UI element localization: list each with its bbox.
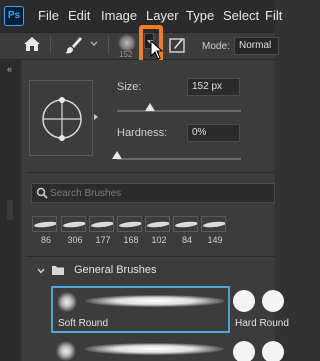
stroke-preview bbox=[84, 343, 224, 355]
menu-file[interactable]: File bbox=[38, 8, 59, 23]
recent-brush-size: 86 bbox=[40, 235, 51, 245]
recent-brushes: 86 306 177 168 102 84 149 bbox=[31, 215, 275, 247]
menu-image[interactable]: Image bbox=[101, 8, 137, 23]
brush-soft-round-next[interactable] bbox=[51, 336, 230, 361]
recent-brush-size: 306 bbox=[67, 235, 83, 245]
recent-brush[interactable]: 84 bbox=[172, 215, 198, 247]
recent-brush[interactable]: 177 bbox=[88, 215, 114, 247]
search-input[interactable] bbox=[50, 184, 270, 202]
photoshop-logo: Ps bbox=[4, 6, 24, 26]
panel-divider bbox=[26, 172, 275, 173]
stroke-preview bbox=[85, 295, 225, 307]
brush-hard-round-next[interactable] bbox=[232, 336, 284, 361]
hardness-input[interactable]: 0% bbox=[187, 124, 240, 142]
home-icon[interactable] bbox=[23, 36, 41, 52]
options-separator bbox=[50, 36, 51, 54]
recent-brush-size: 84 bbox=[181, 235, 192, 245]
brush-hard-round[interactable]: Hard Round bbox=[232, 286, 289, 333]
recent-brush[interactable]: 149 bbox=[200, 215, 226, 247]
mode-label: Mode: bbox=[202, 41, 230, 52]
menu-bar: Ps File Edit Image Layer Type Select Fil… bbox=[0, 0, 282, 32]
folder-icon bbox=[52, 266, 64, 275]
options-separator bbox=[108, 36, 109, 54]
search-icon bbox=[36, 187, 48, 199]
soft-tip-preview bbox=[56, 341, 76, 361]
brush-preset-size: 152 bbox=[119, 50, 133, 59]
collapse-panel-icon[interactable]: « bbox=[7, 64, 12, 74]
menu-filter[interactable]: Filt bbox=[265, 8, 282, 23]
size-label: Size: bbox=[117, 81, 142, 93]
hard-tip-preview bbox=[262, 290, 284, 312]
brush-name: Soft Round bbox=[58, 318, 109, 329]
hardness-label: Hardness: bbox=[117, 127, 168, 139]
chevron-down-icon[interactable] bbox=[90, 41, 98, 47]
recent-brush-size: 168 bbox=[123, 235, 139, 245]
angle-arrow-icon[interactable] bbox=[94, 114, 98, 120]
toolbar-handle bbox=[7, 200, 13, 220]
brush-tool-icon[interactable] bbox=[63, 35, 83, 55]
recent-brush-size: 102 bbox=[151, 235, 167, 245]
mouse-cursor-icon bbox=[150, 40, 164, 60]
size-slider-track[interactable] bbox=[117, 110, 241, 112]
recent-brush[interactable]: 86 bbox=[31, 215, 57, 247]
menu-edit[interactable]: Edit bbox=[68, 8, 90, 23]
hardness-slider-track[interactable] bbox=[117, 158, 241, 160]
recent-brush[interactable]: 102 bbox=[144, 215, 170, 247]
size-slider-thumb[interactable] bbox=[145, 103, 156, 111]
hard-tip-preview bbox=[233, 341, 255, 361]
brush-settings-panel-icon[interactable] bbox=[168, 36, 186, 54]
menu-layer[interactable]: Layer bbox=[146, 8, 179, 23]
panel-divider bbox=[26, 256, 275, 257]
brush-name: Hard Round bbox=[235, 318, 289, 329]
brush-soft-round[interactable]: Soft Round bbox=[51, 286, 230, 333]
hard-tip-preview bbox=[262, 341, 284, 361]
size-input[interactable]: 152 px bbox=[187, 78, 240, 96]
recent-brush[interactable]: 306 bbox=[60, 215, 86, 247]
recent-brush-size: 149 bbox=[207, 235, 223, 245]
chevron-down-icon[interactable] bbox=[37, 268, 45, 274]
soft-tip-preview bbox=[57, 292, 77, 312]
recent-brush-size: 177 bbox=[95, 235, 111, 245]
brush-group-name: General Brushes bbox=[74, 264, 157, 276]
recent-brush[interactable]: 168 bbox=[116, 215, 142, 247]
hardness-slider-thumb[interactable] bbox=[112, 151, 122, 159]
menu-select[interactable]: Select bbox=[223, 8, 259, 23]
brush-angle-preview[interactable] bbox=[29, 80, 93, 156]
mode-select[interactable]: Normal bbox=[234, 37, 279, 55]
brush-angle-roundness-icon[interactable] bbox=[30, 81, 94, 157]
hard-tip-preview bbox=[233, 290, 255, 312]
menu-type[interactable]: Type bbox=[186, 8, 214, 23]
